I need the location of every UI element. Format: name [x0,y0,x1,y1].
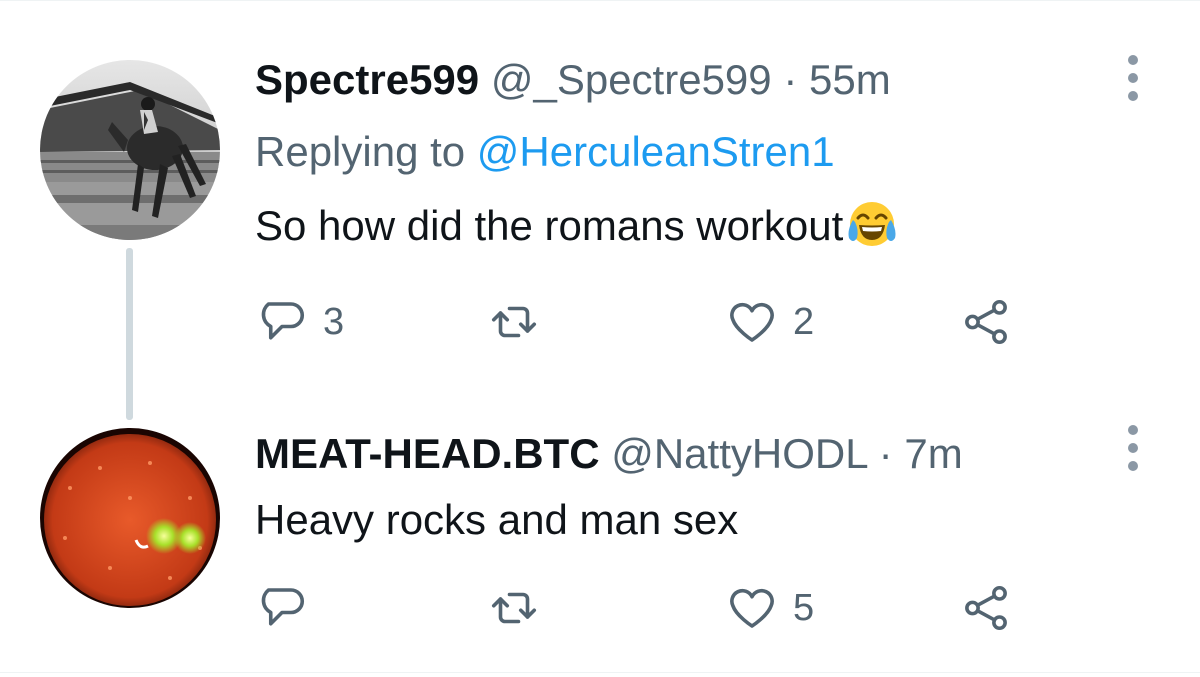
share-button[interactable] [959,578,1013,638]
replying-prefix: Replying to [255,128,466,175]
like-count: 2 [793,300,815,343]
reply-icon [261,302,304,340]
user-handle[interactable]: @NattyHODL [611,430,867,477]
retweet-button[interactable] [487,578,555,638]
avatar[interactable] [40,60,220,240]
reply-button[interactable]: 3 [255,292,344,352]
heart-icon [730,302,774,342]
timestamp[interactable]: 55m [809,56,891,103]
replying-to: Replying to @HerculeanStren1 [255,124,1160,180]
tweet-actions: 3 2 [255,292,1075,352]
like-button[interactable]: 5 [725,578,814,638]
tweet-text-content: So how did the romans workout [255,202,844,249]
heart-icon [730,588,774,628]
retweet-icon [491,592,537,624]
display-name[interactable]: Spectre599 [255,56,479,103]
more-options-icon[interactable] [1121,48,1145,108]
tweet-actions: 5 [255,578,1075,638]
avatar[interactable] [40,428,220,608]
share-button[interactable] [959,292,1013,352]
like-count: 5 [793,586,815,629]
reply-icon [261,588,304,626]
timestamp[interactable]: 7m [904,430,962,477]
user-handle[interactable]: @_Spectre599 [491,56,772,103]
tweet-text: Heavy rocks and man sex [255,496,739,543]
face-with-tears-of-joy-icon [848,202,896,246]
reply-count: 3 [323,300,345,343]
tweet-text: So how did the romans workout [255,196,1160,254]
share-icon [965,585,1007,631]
replying-to-link[interactable]: @HerculeanStren1 [477,128,835,175]
tweet-header: MEAT-HEAD.BTC @NattyHODL · 7m [255,426,1160,482]
more-options-icon[interactable] [1121,418,1145,478]
reply-button[interactable] [255,578,323,638]
tweet[interactable]: Spectre599 @_Spectre599 · 55m Replying t… [0,0,1200,420]
display-name[interactable]: MEAT-HEAD.BTC [255,430,600,477]
separator: · [783,56,798,103]
thread-connector [126,248,133,420]
separator: · [878,430,893,477]
tweet-header: Spectre599 @_Spectre599 · 55m [255,52,1160,108]
share-icon [965,299,1007,345]
tweet-content: Spectre599 @_Spectre599 · 55m Replying t… [255,52,1160,254]
retweet-button[interactable] [487,292,555,352]
retweet-icon [491,306,537,338]
tweet-content: MEAT-HEAD.BTC @NattyHODL · 7m Heavy rock… [255,426,1160,548]
bottom-divider [0,672,1200,673]
like-button[interactable]: 2 [725,292,814,352]
